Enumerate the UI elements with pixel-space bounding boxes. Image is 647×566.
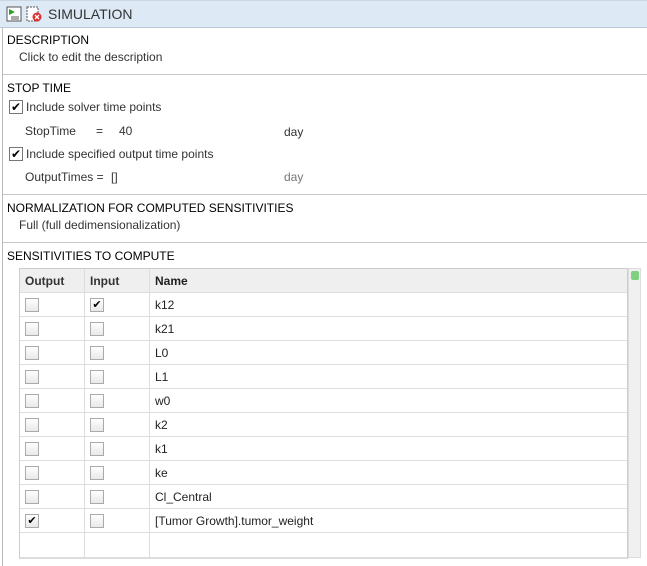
column-output[interactable]: Output [20,269,85,292]
row-name[interactable]: k1 [150,437,627,460]
description-heading: DESCRIPTION [7,33,90,47]
normalization-heading: NORMALIZATION FOR COMPUTED SENSITIVITIES [7,201,294,215]
simulation-header: SIMULATION [0,0,647,28]
empty-row[interactable] [20,533,627,557]
table-row[interactable]: k2 [20,413,627,437]
input-checkbox[interactable] [90,465,104,480]
delete-simulation-icon[interactable] [26,6,42,22]
description-field[interactable]: Click to edit the description [19,50,162,64]
output-checkbox[interactable] [25,321,39,336]
input-checkbox[interactable] [90,513,104,528]
stop-time-input[interactable]: 40 [119,124,132,138]
include-solver-checkbox[interactable]: ✔ [9,100,23,114]
row-name[interactable]: L0 [150,341,627,364]
equals-sign: = [96,124,104,138]
simulation-run-icon[interactable] [6,6,22,22]
scrollbar-thumb[interactable] [631,271,639,280]
input-checkbox[interactable] [90,441,104,456]
output-checkbox[interactable] [25,441,39,456]
input-checkbox[interactable] [90,489,104,504]
input-checkbox[interactable] [90,345,104,360]
row-name[interactable]: Cl_Central [150,485,627,508]
output-checkbox[interactable] [25,417,39,432]
input-checkbox[interactable]: ✔ [90,297,104,312]
row-name[interactable]: [Tumor Growth].tumor_weight [150,509,627,532]
divider [3,74,647,75]
output-times-input[interactable]: [] [111,170,118,184]
include-output-label: Include specified output time points [26,147,214,161]
table-row[interactable]: w0 [20,389,627,413]
divider [3,242,647,243]
sensitivities-heading: SENSITIVITIES TO COMPUTE [7,249,175,263]
table-row[interactable]: L0 [20,341,627,365]
sensitivities-table: Output Input Name ✔ k12 k21 L0 L1 w0 k2 … [19,268,628,559]
include-solver-label: Include solver time points [26,100,162,114]
table-header: Output Input Name [20,269,627,293]
stop-time-unit[interactable]: day [284,125,303,139]
table-row[interactable]: L1 [20,365,627,389]
row-name[interactable]: ke [150,461,627,484]
stop-time-label: StopTime [25,124,76,138]
table-row[interactable]: k1 [20,437,627,461]
table-scrollbar[interactable] [628,268,641,558]
stop-time-heading: STOP TIME [7,81,72,95]
output-times-unit[interactable]: day [284,170,303,184]
output-checkbox[interactable] [25,297,39,312]
table-row[interactable]: k21 [20,317,627,341]
row-name[interactable]: w0 [150,389,627,412]
row-name[interactable]: L1 [150,365,627,388]
output-checkbox[interactable] [25,393,39,408]
output-checkbox[interactable]: ✔ [25,513,39,528]
panel-title: SIMULATION [48,6,133,22]
output-times-label: OutputTimes = [25,170,104,184]
input-checkbox[interactable] [90,369,104,384]
column-input[interactable]: Input [85,269,150,292]
column-name[interactable]: Name [150,269,627,292]
input-checkbox[interactable] [90,321,104,336]
include-output-checkbox[interactable]: ✔ [9,147,23,161]
row-name[interactable]: k2 [150,413,627,436]
input-checkbox[interactable] [90,393,104,408]
divider [3,194,647,195]
normalization-value[interactable]: Full (full dedimensionalization) [19,218,180,232]
row-name[interactable]: k12 [150,293,627,316]
table-row[interactable]: Cl_Central [20,485,627,509]
input-checkbox[interactable] [90,417,104,432]
table-row[interactable]: ✔ k12 [20,293,627,317]
table-row[interactable]: ✔ [Tumor Growth].tumor_weight [20,509,627,533]
output-checkbox[interactable] [25,465,39,480]
table-row[interactable]: ke [20,461,627,485]
output-checkbox[interactable] [25,489,39,504]
output-checkbox[interactable] [25,369,39,384]
row-name[interactable]: k21 [150,317,627,340]
output-checkbox[interactable] [25,345,39,360]
